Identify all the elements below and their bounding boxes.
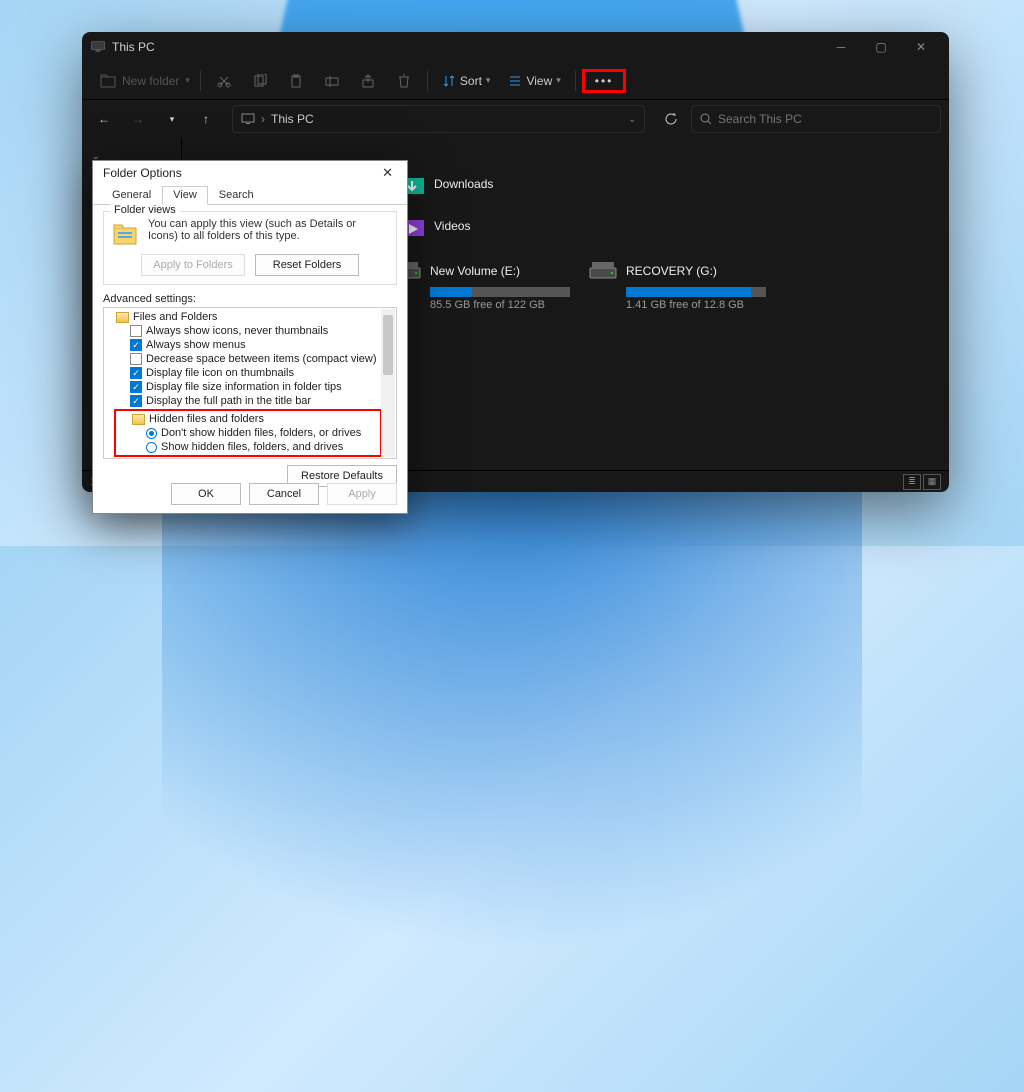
view-dropdown[interactable]: View▾ [500,66,568,96]
checkbox[interactable]: ✓ [130,381,142,393]
titlebar: This PC ─ ▢ ✕ [82,32,949,62]
address-dropdown-icon[interactable]: ⌄ [628,114,636,125]
this-pc-icon [241,113,255,125]
hidden-files-highlight: Hidden files and folders Don't show hidd… [114,409,382,457]
close-button[interactable]: ✕ [901,32,941,62]
folder-options-dialog: Folder Options ✕ General View Search Fol… [92,160,408,514]
window-title: This PC [112,40,155,54]
share-icon [361,74,375,88]
checkbox[interactable] [130,325,142,337]
dialog-titlebar: Folder Options ✕ [93,161,407,185]
advanced-settings-tree[interactable]: Files and Folders Always show icons, nev… [103,307,397,459]
cut-icon [217,74,231,88]
radio-button[interactable] [146,442,157,453]
sort-dropdown[interactable]: Sort▾ [434,66,499,96]
share-button[interactable] [351,66,385,96]
drive-icon [588,258,618,284]
refresh-icon [664,112,678,126]
folder-icon [132,414,145,425]
folder-views-group: Folder views You can apply this view (su… [103,211,397,285]
address-bar[interactable]: › This PC ⌄ [232,105,645,133]
view-icon [508,74,522,88]
reset-folders-button[interactable]: Reset Folders [255,254,359,276]
folder-videos[interactable]: Videos [392,208,574,244]
search-icon [700,113,712,125]
rename-button[interactable] [315,66,349,96]
folder-icon [116,312,129,323]
view-icons-button[interactable]: ▦ [923,474,941,490]
search-box[interactable] [691,105,941,133]
new-folder-button[interactable]: New folder ▾ [92,74,194,88]
address-text: This PC [271,112,314,126]
scrollbar[interactable] [381,309,395,457]
toolbar: New folder ▾ Sort▾ View▾ ••• [82,62,949,100]
refresh-button[interactable] [657,105,685,133]
tab-view[interactable]: View [162,186,208,205]
usage-bar [430,287,570,297]
dialog-close-button[interactable]: ✕ [378,165,397,181]
folder-downloads[interactable]: Downloads [392,166,574,202]
usage-bar [626,287,766,297]
trash-icon [397,74,411,88]
tab-search[interactable]: Search [208,186,265,205]
checkbox[interactable] [130,353,142,365]
ok-button[interactable]: OK [171,483,241,505]
dialog-title: Folder Options [103,166,182,180]
sort-icon [442,74,456,88]
back-button[interactable]: ← [90,105,118,133]
more-options-button[interactable]: ••• [582,69,627,93]
folder-view-icon [112,220,140,248]
folder-plus-icon [100,74,116,88]
cut-button[interactable] [207,66,241,96]
cancel-button[interactable]: Cancel [249,483,319,505]
apply-button[interactable]: Apply [327,483,397,505]
ellipsis-icon: ••• [595,74,614,88]
search-input[interactable] [718,112,932,126]
tab-general[interactable]: General [101,186,162,205]
minimize-button[interactable]: ─ [821,32,861,62]
checkbox[interactable]: ✓ [130,395,142,407]
forward-button[interactable]: → [124,105,152,133]
paste-button[interactable] [279,66,313,96]
recent-dropdown[interactable]: ▾ [158,105,186,133]
view-details-button[interactable]: ≣ [903,474,921,490]
checkbox[interactable]: ✓ [130,339,142,351]
delete-button[interactable] [387,66,421,96]
copy-button[interactable] [243,66,277,96]
rename-icon [325,74,339,88]
paste-icon [289,74,303,88]
checkbox[interactable]: ✓ [130,367,142,379]
dialog-tabs: General View Search [93,185,407,205]
advanced-settings-label: Advanced settings: [103,293,397,305]
drive-e[interactable]: New Volume (E:) 85.5 GB free of 122 GB [392,258,574,311]
maximize-button[interactable]: ▢ [861,32,901,62]
this-pc-icon [90,40,106,54]
copy-icon [253,74,267,88]
navbar: ← → ▾ ↑ › This PC ⌄ [82,100,949,138]
apply-to-folders-button[interactable]: Apply to Folders [141,254,245,276]
radio-button[interactable] [146,428,157,439]
up-button[interactable]: ↑ [192,105,220,133]
drive-g[interactable]: RECOVERY (G:) 1.41 GB free of 12.8 GB [588,258,770,311]
